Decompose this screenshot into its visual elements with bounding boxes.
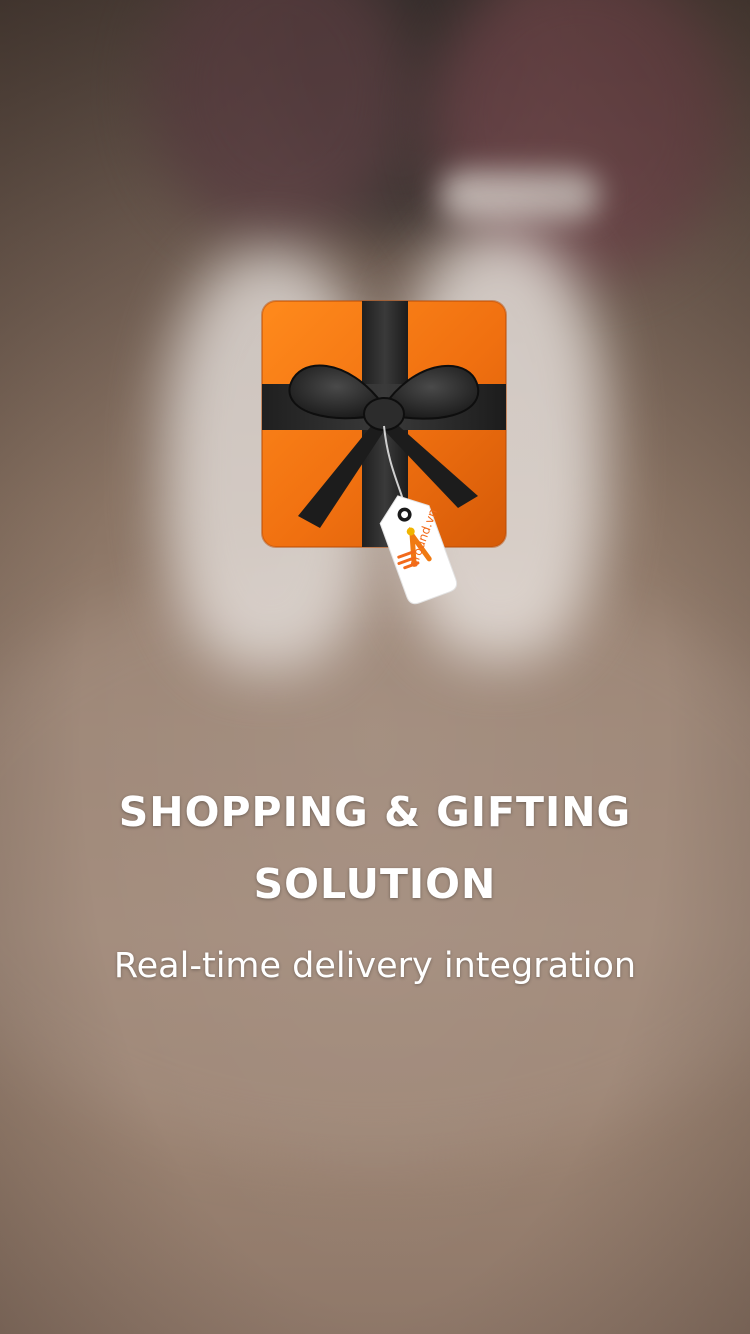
gift-box-icon xyxy=(261,300,507,605)
app-logo: around.vn xyxy=(258,296,518,616)
headline-line-2: SOLUTION xyxy=(253,860,497,908)
headline: SHOPPING & GIFTING SOLUTION xyxy=(75,776,675,920)
headline-line-1: SHOPPING & GIFTING xyxy=(118,788,632,836)
tagline: Real-time delivery integration xyxy=(113,946,637,986)
background-vignette xyxy=(0,0,750,1334)
splash-screen: around.vn SHOPPING & GIFTING SOLUTION Re… xyxy=(0,0,750,1334)
